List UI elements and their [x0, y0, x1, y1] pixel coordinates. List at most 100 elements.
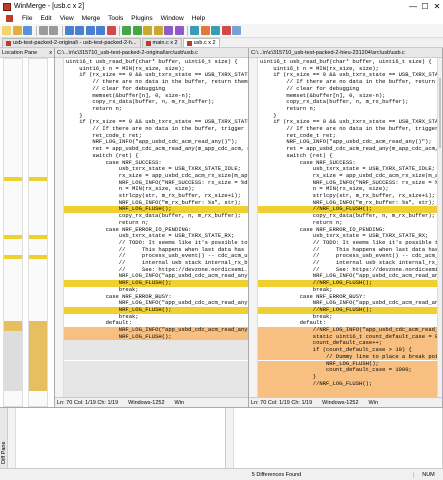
code-line[interactable]	[64, 387, 248, 394]
left-file-pane[interactable]: C:\...\n\c\315710_usb-test-packed-2-orig…	[55, 48, 249, 407]
menu-merge[interactable]: Merge	[78, 15, 104, 22]
code-line[interactable]: strlcpy(str, m_rx_buffer, rx_size+1);	[258, 193, 442, 200]
open-icon[interactable]	[12, 26, 22, 35]
code-line[interactable]: if (rx_size == 0 && usb_txrx_state == US…	[258, 72, 442, 79]
code-line[interactable]: uint16_t usb_read_buf(char* buffer, uint…	[64, 59, 248, 66]
code-line[interactable]: default:	[64, 320, 248, 327]
undo-icon[interactable]	[38, 26, 48, 35]
code-line[interactable]: NRF_LOG_FLUSH();	[64, 280, 248, 287]
code-line[interactable]: copy_rx_data(buffer, n, m_rx_buffer);	[64, 213, 248, 220]
code-line[interactable]: NRF_LOG_INFO("app_usbd_cdc_acm_read_any(…	[258, 139, 442, 146]
code-line[interactable]: //NRF_LOG_FLUSH();	[258, 380, 442, 388]
code-line[interactable]: // TODO: It seems like it's possible to …	[64, 240, 248, 247]
code-line[interactable]: NRF_LOG_INFO("m_rx_buffer: %s", str);	[64, 200, 248, 207]
code-line[interactable]	[64, 380, 248, 388]
vertical-scrollbar[interactable]	[437, 58, 442, 397]
close-button[interactable]: ✕	[431, 1, 443, 13]
code-line[interactable]: memset(&buffer[n], 0, size-n);	[258, 93, 442, 100]
menu-help[interactable]: Help	[188, 15, 209, 22]
code-line[interactable]: // internal usb stack internal_rx_bu	[258, 260, 442, 267]
diff-pane-right[interactable]	[225, 408, 443, 468]
code-line[interactable]: switch (ret) {	[258, 153, 442, 160]
code-line[interactable]: static uint16_t count_default_case = 0;	[258, 333, 442, 341]
diff-pane-left[interactable]	[8, 408, 226, 468]
location-right-bar[interactable]	[28, 58, 48, 407]
code-line[interactable]	[64, 340, 248, 348]
code-line[interactable]: // This happens when last data has be	[64, 247, 248, 254]
code-line[interactable]: //NRF_LOG_INFO("app_usbd_cdc_acm_read_an…	[258, 327, 442, 334]
filter-icon[interactable]	[221, 26, 231, 35]
copy-left-advance-icon[interactable]	[153, 26, 163, 35]
code-line[interactable]: NRF_LOG_INFO("app_usbd_cdc_acm_read_any(…	[64, 139, 248, 146]
refresh-icon[interactable]	[200, 26, 210, 35]
code-line[interactable]: NRF_LOG_FLUSH();	[64, 306, 248, 314]
code-line[interactable]: NRF_LOG_INFO("NRF_SUCCESS: rx_size = %d"…	[258, 180, 442, 187]
options-icon[interactable]	[211, 26, 220, 35]
tab-usb-c[interactable]: usb.c x 2	[182, 38, 220, 47]
code-line[interactable]: case NRF_SUCCESS:	[258, 160, 442, 167]
code-line[interactable]: NRF_LOG_INFO("m_rx_buffer: %s", str);	[258, 200, 442, 207]
code-line[interactable]: NRF_LOG_INFO("app_usbd_cdc_acm_read_any(…	[64, 300, 248, 307]
code-line[interactable]: NRF_LOG_INFO("app_usbd_cdc_acm_read_any(…	[258, 300, 442, 307]
tab-main-c[interactable]: main.c x 2	[141, 38, 182, 47]
code-line[interactable]: usb_txrx_state = USB_TXRX_STATE_RX;	[64, 233, 248, 240]
code-line[interactable]: usb_txrx_state = USB_TXRX_STATE_IDLE;	[64, 166, 248, 173]
code-line[interactable]: ret_code_t ret;	[258, 133, 442, 140]
code-line[interactable]	[64, 367, 248, 374]
code-line[interactable]: case NRF_ERROR_IO_PENDING:	[258, 227, 442, 234]
prev-diff-icon[interactable]	[75, 26, 84, 35]
last-diff-icon[interactable]	[96, 26, 105, 35]
code-line[interactable]: rx_size = app_usbd_cdc_acm_rx_size(m_app…	[64, 173, 248, 180]
code-line[interactable]: // Dummy line to place a break point	[258, 353, 442, 361]
code-line[interactable]: strlcpy(str, m_rx_buffer, rx_size+1);	[64, 193, 248, 200]
copy-right-icon[interactable]	[122, 26, 131, 35]
code-line[interactable]: rx_size = app_usbd_cdc_acm_rx_size(m_app…	[258, 173, 442, 180]
code-line[interactable]: // process_usb_event() -- cdc_acm_us	[258, 253, 442, 260]
menu-plugins[interactable]: Plugins	[127, 15, 156, 22]
code-line[interactable]: break;	[64, 314, 248, 321]
code-line[interactable]: switch (ret) {	[64, 153, 248, 160]
code-line[interactable]: if (rx_size == 0 && usb_txrx_state == US…	[258, 119, 442, 126]
code-line[interactable]: default:	[258, 320, 442, 327]
location-left-bar[interactable]	[3, 58, 23, 407]
code-line[interactable]: NRF_LOG_FLUSH();	[64, 333, 248, 341]
code-line[interactable]: case NRF_SUCCESS:	[64, 160, 248, 167]
code-line[interactable]: n = MIN(rx_size, size);	[64, 186, 248, 193]
minimize-button[interactable]: —	[407, 1, 419, 13]
left-code-view[interactable]: uint16_t usb_read_buf(char* buffer, uint…	[55, 58, 248, 407]
code-line[interactable]: }	[64, 113, 248, 120]
code-line[interactable]	[64, 373, 248, 381]
code-line[interactable]	[64, 353, 248, 361]
menu-window[interactable]: Window	[157, 15, 188, 22]
code-line[interactable]: memset(&buffer[n], 0, size-n);	[64, 93, 248, 100]
next-diff-icon[interactable]	[85, 26, 95, 35]
code-line[interactable]: // clear for debugging	[258, 86, 442, 93]
code-line[interactable]: count_default_case = 1000;	[258, 367, 442, 374]
current-diff-icon[interactable]	[106, 26, 116, 35]
menu-edit[interactable]: Edit	[36, 15, 55, 22]
code-line[interactable]: copy_rx_data(buffer, n, m_rx_buffer);	[258, 213, 442, 220]
code-line[interactable]: return n;	[258, 220, 442, 227]
code-line[interactable]: // clear for debugging	[64, 86, 248, 93]
code-line[interactable]	[64, 347, 248, 354]
code-line[interactable]: uint16_t usb_read_buf(char* buffer, uint…	[258, 59, 442, 66]
code-line[interactable]: NRF_LOG_FLUSH();	[64, 206, 248, 214]
code-line[interactable]: if (rx_size == 0 && usb_txrx_state == US…	[64, 72, 248, 79]
code-line[interactable]: break;	[64, 287, 248, 294]
code-line[interactable]: count_default_case++;	[258, 340, 442, 348]
code-line[interactable]: break;	[258, 314, 442, 321]
code-line[interactable]: //NRF_LOG_FLUSH();	[258, 306, 442, 314]
code-line[interactable]: // If there are no data in the buffer, t…	[258, 126, 442, 133]
location-pane-close[interactable]: x	[49, 48, 54, 57]
code-line[interactable]: // See: https://devzone.nordicsemi.	[64, 267, 248, 274]
view-icon[interactable]	[232, 26, 241, 35]
code-line[interactable]: // there are no data in the buffer, retu…	[64, 79, 248, 86]
tab-folder-compare[interactable]: usb-test-packed-2-original\ - usb-test-p…	[2, 38, 141, 47]
menu-view[interactable]: View	[56, 15, 78, 22]
redo-icon[interactable]	[49, 26, 58, 35]
code-line[interactable]: if (rx_size == 0 && usb_txrx_state == US…	[64, 119, 248, 126]
code-line[interactable]: // If there are no data in the buffer, t…	[64, 126, 248, 133]
right-file-pane[interactable]: C:\...\n\c\315710_usb-test-packed-2-hieu…	[249, 48, 443, 407]
code-line[interactable]: // If there are no data in the buffer, r…	[258, 79, 442, 86]
code-line[interactable]: case NRF_ERROR_IO_PENDING:	[64, 227, 248, 234]
